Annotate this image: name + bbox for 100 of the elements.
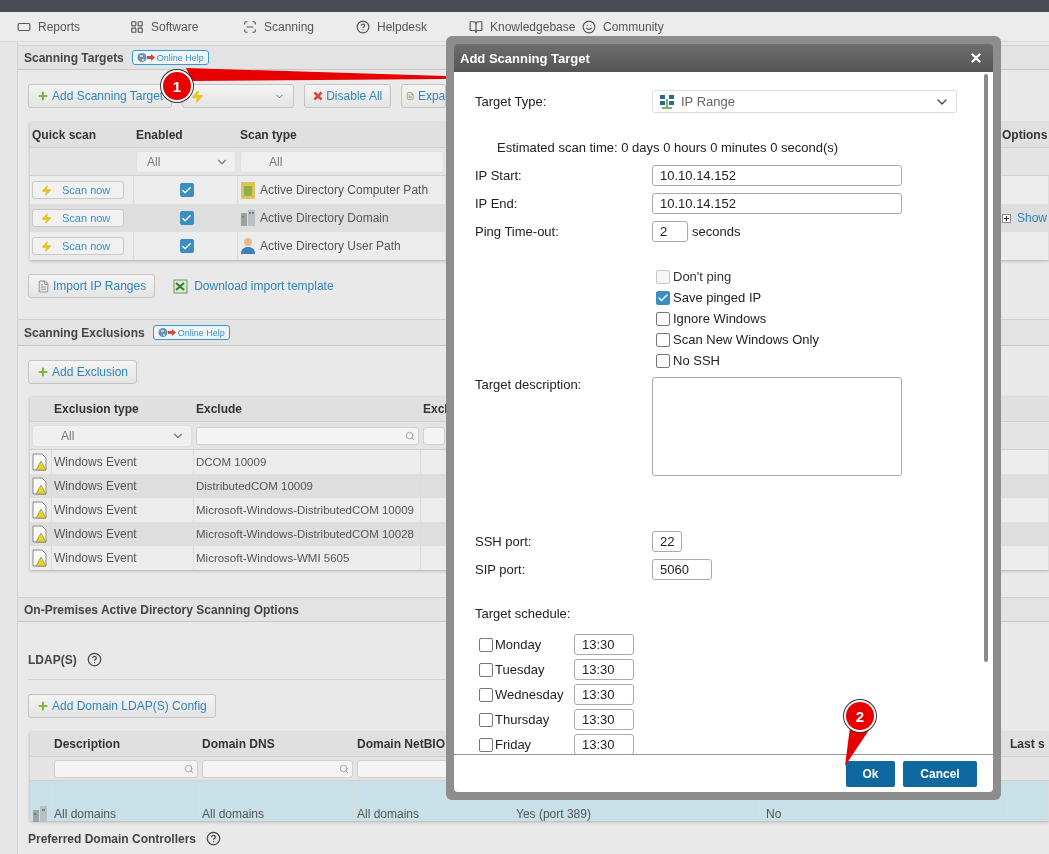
checkbox[interactable] bbox=[479, 687, 493, 702]
checkbox-label: Save pinged IP bbox=[673, 290, 762, 305]
scan-now-button[interactable]: Scan now bbox=[32, 237, 124, 255]
field-label: IP Start: bbox=[475, 168, 523, 183]
table-cell: Active Directory Domain bbox=[260, 211, 389, 225]
table-cell: Yes (port 389) bbox=[516, 807, 591, 821]
table-cell: DCOM 10009 bbox=[196, 456, 267, 468]
scan-now-button[interactable]: Scan now bbox=[32, 209, 124, 227]
day-label: Tuesday bbox=[495, 662, 546, 677]
checkbox-label: Don't ping bbox=[673, 269, 732, 284]
table-cell: No bbox=[766, 807, 782, 821]
warning-document-icon bbox=[32, 501, 48, 519]
nav-item[interactable]: Software bbox=[130, 19, 243, 34]
time-field[interactable]: 13:30 bbox=[574, 634, 634, 655]
scrollbar[interactable] bbox=[984, 74, 988, 662]
checkbox[interactable] bbox=[179, 211, 194, 225]
close-button[interactable] bbox=[969, 51, 983, 65]
checkbox[interactable] bbox=[656, 332, 670, 347]
nav-item[interactable]: Helpdesk bbox=[356, 19, 469, 34]
lightning-icon bbox=[41, 184, 52, 196]
description-field[interactable] bbox=[652, 377, 902, 476]
table-cell: Active Directory Computer Path bbox=[260, 183, 429, 197]
nav-item[interactable]: Community bbox=[582, 19, 695, 34]
search-field[interactable] bbox=[202, 759, 353, 778]
cross-icon bbox=[313, 91, 324, 101]
import-button[interactable]: Import IP Ranges bbox=[28, 274, 156, 298]
field-label: SSH port: bbox=[475, 534, 533, 549]
toolbar-button[interactable]: Expa bbox=[401, 84, 447, 108]
add-exclusion-button[interactable]: Add Exclusion bbox=[28, 360, 138, 384]
checkbox[interactable] bbox=[656, 311, 670, 326]
section-title: Scanning Targets bbox=[24, 50, 124, 65]
folder-icon bbox=[240, 180, 256, 200]
plus-icon bbox=[37, 366, 49, 378]
time-field[interactable]: 13:30 bbox=[574, 659, 634, 680]
exclusion-type-filter[interactable]: All bbox=[32, 424, 192, 447]
cancel-button[interactable]: Cancel bbox=[903, 760, 977, 787]
ssh-port-field[interactable]: 22 bbox=[652, 531, 682, 552]
help-icon[interactable] bbox=[86, 652, 102, 667]
estimate-text: Estimated scan time: 0 days 0 hours 0 minutes 0 second(s) bbox=[496, 140, 840, 155]
checkbox[interactable] bbox=[179, 183, 194, 197]
search-field[interactable] bbox=[54, 759, 198, 778]
unit-label: seconds bbox=[692, 224, 741, 239]
book-icon bbox=[469, 19, 483, 34]
ldap-label: LDAP(S) bbox=[28, 652, 77, 667]
field-label: Ping Time-out: bbox=[475, 224, 560, 239]
nav-item[interactable]: Knowledgebase bbox=[469, 19, 582, 34]
ok-button[interactable]: Ok bbox=[846, 760, 895, 787]
nav-item[interactable]: Scanning bbox=[243, 19, 356, 34]
lightning-icon bbox=[41, 240, 52, 252]
checkbox[interactable] bbox=[179, 239, 194, 253]
exclude-search-field[interactable] bbox=[196, 426, 419, 445]
toolbar-button[interactable]: Add Scanning Target bbox=[28, 84, 173, 108]
column-header: Scan type bbox=[238, 122, 446, 148]
nav-item[interactable]: Reports bbox=[17, 19, 130, 34]
table-cell: Windows Event bbox=[54, 479, 137, 493]
checkbox[interactable] bbox=[479, 712, 493, 727]
scan-button[interactable] bbox=[182, 84, 295, 108]
checkbox[interactable] bbox=[479, 662, 493, 677]
building-icon bbox=[240, 209, 256, 227]
time-field[interactable]: 13:30 bbox=[574, 709, 634, 730]
download-link[interactable]: Download import template bbox=[173, 278, 334, 294]
network-icon bbox=[659, 93, 675, 110]
checkbox[interactable] bbox=[656, 290, 670, 305]
field-label: Target description: bbox=[475, 377, 583, 392]
time-field[interactable]: 13:30 bbox=[574, 684, 634, 705]
time-field[interactable]: 13:30 bbox=[574, 734, 634, 754]
toolbar-button[interactable]: Disable All bbox=[304, 84, 392, 108]
plus-icon bbox=[37, 90, 49, 102]
enabled-filter[interactable]: All bbox=[136, 150, 236, 173]
table-cell: Windows Event bbox=[54, 503, 137, 517]
help-icon[interactable] bbox=[206, 831, 222, 846]
checkbox-label: Scan New Windows Only bbox=[673, 332, 819, 347]
checkbox-label: Ignore Windows bbox=[673, 311, 767, 326]
online-help-button[interactable]: Online Help bbox=[152, 325, 230, 340]
search-icon bbox=[184, 763, 194, 774]
checkbox[interactable] bbox=[656, 353, 670, 368]
ip-start-field[interactable]: 10.10.14.152 bbox=[652, 165, 902, 186]
warning-document-icon bbox=[32, 477, 48, 495]
ip-end-field[interactable]: 10.10.14.152 bbox=[652, 193, 902, 214]
show-link[interactable]: Show bbox=[1002, 211, 1048, 225]
column-header: Exclude bbox=[194, 397, 421, 422]
scan-type-filter[interactable]: All bbox=[240, 150, 444, 173]
ping-timeout-field[interactable]: 2 bbox=[652, 221, 688, 242]
lightning-icon bbox=[41, 212, 52, 224]
online-help-button[interactable]: Online Help bbox=[131, 50, 209, 65]
day-label: Wednesday bbox=[495, 687, 565, 702]
column-header: Domain DNS bbox=[200, 732, 355, 757]
scan-now-button[interactable]: Scan now bbox=[32, 181, 124, 199]
filter-field[interactable] bbox=[423, 426, 445, 445]
table-cell: DistributedCOM 10009 bbox=[196, 480, 313, 492]
scan-icon bbox=[243, 19, 257, 34]
field-label: Target Type: bbox=[475, 94, 548, 109]
sip-port-field[interactable]: 5060 bbox=[652, 559, 712, 580]
add-ldap-config-button[interactable]: Add Domain LDAP(S) Config bbox=[28, 694, 216, 718]
checkbox[interactable] bbox=[479, 637, 493, 652]
search-icon bbox=[339, 763, 349, 774]
checkbox[interactable] bbox=[479, 737, 493, 752]
search-icon bbox=[405, 430, 415, 441]
person-icon bbox=[240, 237, 256, 255]
target-type-select[interactable]: IP Range bbox=[652, 90, 957, 113]
